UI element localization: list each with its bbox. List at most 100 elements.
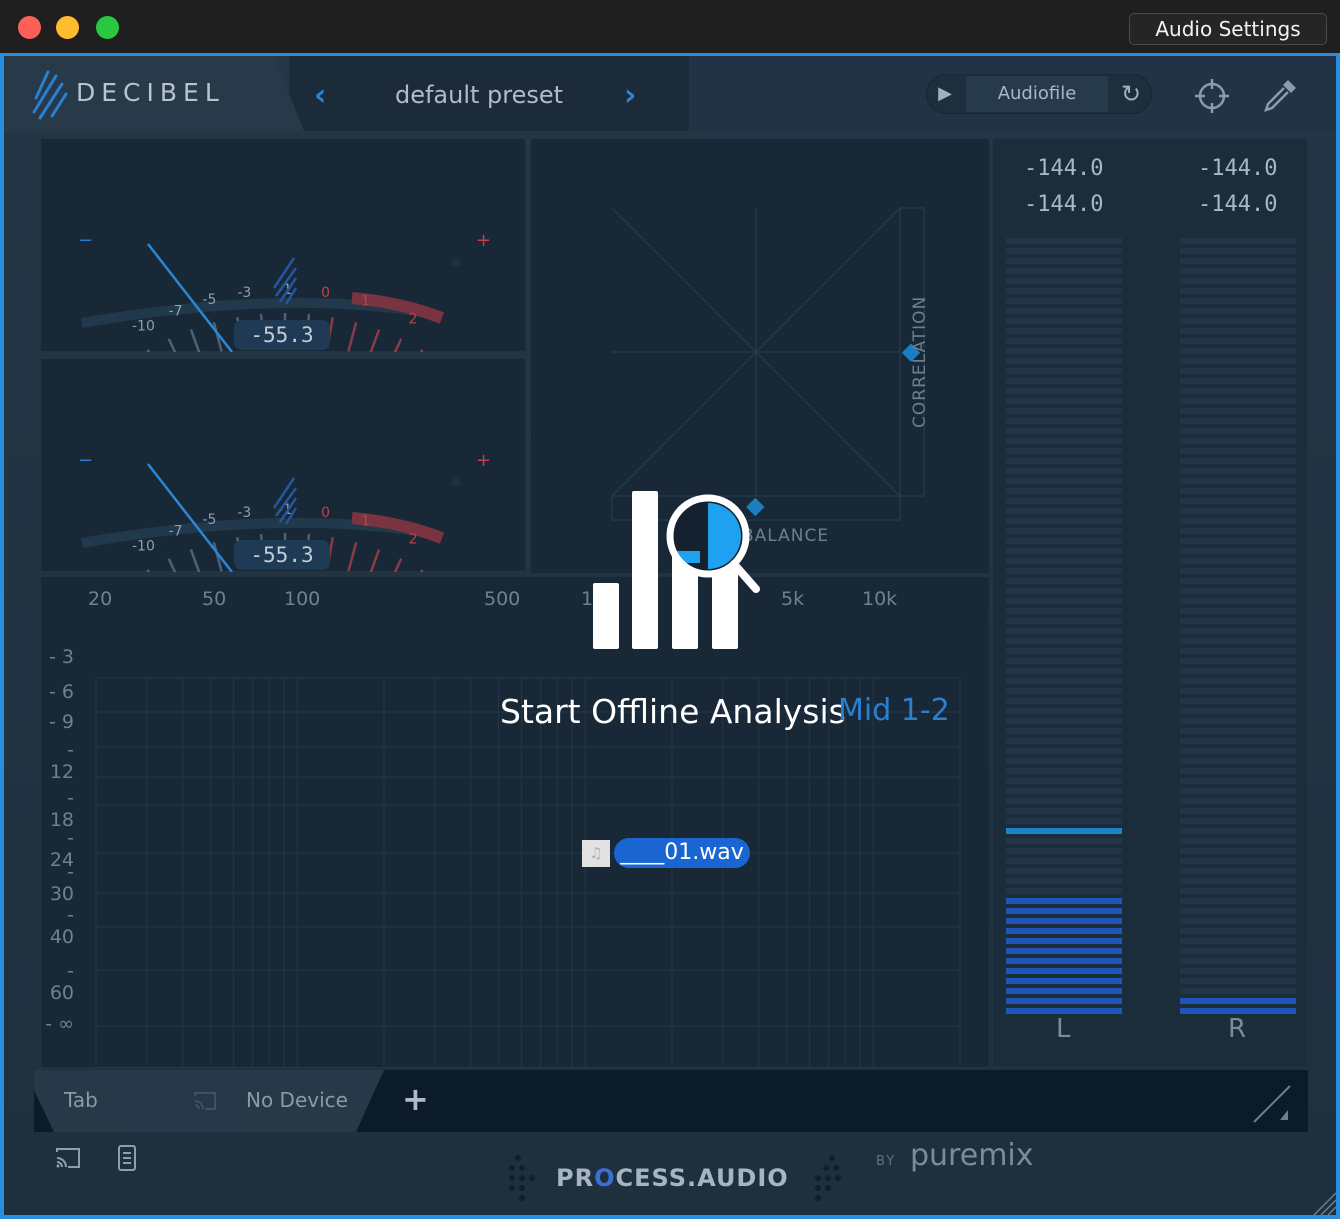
audio-file-icon: ♫ [582, 840, 610, 867]
plugin-window: DECIBEL ‹ default preset › ▶ Audiofile ↻… [0, 53, 1340, 1219]
left-peak-readout: -144.0 [1024, 156, 1104, 181]
meter-segment [1006, 888, 1122, 894]
minimize-window-button[interactable] [56, 16, 79, 39]
freq-label: 10k [862, 588, 898, 610]
meter-segment [1006, 608, 1122, 614]
vu-tick [189, 549, 201, 572]
eyedropper-icon[interactable] [1260, 76, 1300, 116]
meter-segment [1006, 848, 1122, 854]
meter-segment [1180, 318, 1296, 324]
vu-minus-label: − [78, 450, 93, 471]
freq-label: 100 [284, 588, 321, 610]
meter-segment [1180, 908, 1296, 914]
right-meter-bar [1180, 238, 1296, 1078]
meter-segment [1180, 738, 1296, 744]
meter-segment [1006, 998, 1122, 1004]
vu-tick [167, 338, 177, 352]
meter-segment [1006, 968, 1122, 974]
next-preset-button[interactable]: › [624, 78, 636, 113]
meter-segment [1006, 638, 1122, 644]
meter-segment [1006, 568, 1122, 574]
vu-tick [393, 558, 403, 572]
meter-segment [1006, 988, 1122, 994]
meter-segment [1180, 388, 1296, 394]
meter-segment [1180, 478, 1296, 484]
meter-segment [1180, 848, 1296, 854]
start-offline-analysis-button[interactable]: Start Offline Analysis [500, 692, 846, 731]
meter-segment [1180, 728, 1296, 734]
meter-segment [1180, 428, 1296, 434]
right-peak-readout: -144.0 [1198, 156, 1278, 181]
window-resize-grip-icon[interactable] [1306, 1185, 1336, 1215]
vu-scale-label: -5 [202, 512, 216, 528]
vu-readout: -55.3 [234, 320, 330, 350]
meter-segment [1006, 398, 1122, 404]
spectrum-grid [95, 677, 961, 1068]
meter-segment [1180, 548, 1296, 554]
meter-segment [1006, 688, 1122, 694]
meter-segment [1180, 698, 1296, 704]
meter-segment [1006, 418, 1122, 424]
freq-label: 20 [88, 588, 113, 610]
meter-segment [1006, 928, 1122, 934]
meter-segment [1006, 368, 1122, 374]
product-logo-text: DECIBEL [76, 78, 225, 107]
by-label: BY [876, 1154, 897, 1169]
previous-preset-button[interactable]: ‹ [314, 78, 326, 113]
play-button[interactable]: ▶ [926, 74, 964, 114]
db-label: - 6 [49, 681, 74, 703]
tab-name: Tab [64, 1088, 98, 1112]
meter-segment [1006, 818, 1122, 824]
meter-segment [1180, 588, 1296, 594]
freq-label: 500 [484, 588, 521, 610]
vu-tick [167, 558, 177, 572]
meter-segment [1006, 318, 1122, 324]
left-rms-readout: -144.0 [1024, 192, 1104, 217]
vu-tick [369, 329, 381, 352]
add-tab-button[interactable]: + [402, 1080, 429, 1118]
close-window-button[interactable] [18, 16, 41, 39]
meter-segment [1180, 418, 1296, 424]
audio-settings-button[interactable]: Audio Settings [1129, 13, 1327, 45]
meter-segment [1006, 428, 1122, 434]
decorative-dots-icon [815, 1155, 841, 1201]
meter-segment [1180, 338, 1296, 344]
meter-segment [1006, 268, 1122, 274]
tab-item[interactable]: Tab No Device [34, 1070, 384, 1132]
resize-handle-icon[interactable] [1250, 1082, 1294, 1126]
meter-segment [1180, 788, 1296, 794]
decorative-dots-icon [509, 1155, 535, 1201]
channel-mode-label[interactable]: Mid 1-2 [838, 693, 950, 728]
meter-segment [1006, 648, 1122, 654]
meter-segment [1180, 638, 1296, 644]
meter-segment [1180, 378, 1296, 384]
meter-segment [1006, 798, 1122, 804]
vu-scale-label: -3 [237, 505, 251, 521]
meter-segment [1180, 618, 1296, 624]
meter-segment [1006, 628, 1122, 634]
vu-scale-label: -7 [169, 303, 183, 319]
meter-segment [1180, 408, 1296, 414]
crosshair-icon[interactable] [1192, 76, 1232, 116]
cast-device-icon[interactable] [54, 1146, 82, 1170]
meter-segment [1006, 548, 1122, 554]
document-icon[interactable] [116, 1144, 138, 1172]
meter-segment [1180, 988, 1296, 994]
meter-segment [1006, 298, 1122, 304]
meter-segment [1180, 508, 1296, 514]
zoom-window-button[interactable] [96, 16, 119, 39]
db-label: - 60 [49, 960, 74, 1004]
dragged-file-name[interactable]: ____01.wav [614, 838, 750, 868]
vu-needle [147, 243, 233, 352]
audiofile-source-button[interactable]: Audiofile [966, 76, 1108, 112]
offline-analysis-icon[interactable] [590, 491, 760, 651]
reload-button[interactable]: ↻ [1112, 74, 1150, 114]
vu-tick [369, 549, 381, 572]
preset-name[interactable]: default preset [364, 81, 594, 109]
window-titlebar: Audio Settings [0, 0, 1340, 53]
db-label: - ∞ [45, 1013, 74, 1035]
meter-segment [1006, 668, 1122, 674]
meter-segment [1006, 698, 1122, 704]
left-meter-bar [1006, 238, 1122, 1078]
meter-segment [1180, 978, 1296, 984]
